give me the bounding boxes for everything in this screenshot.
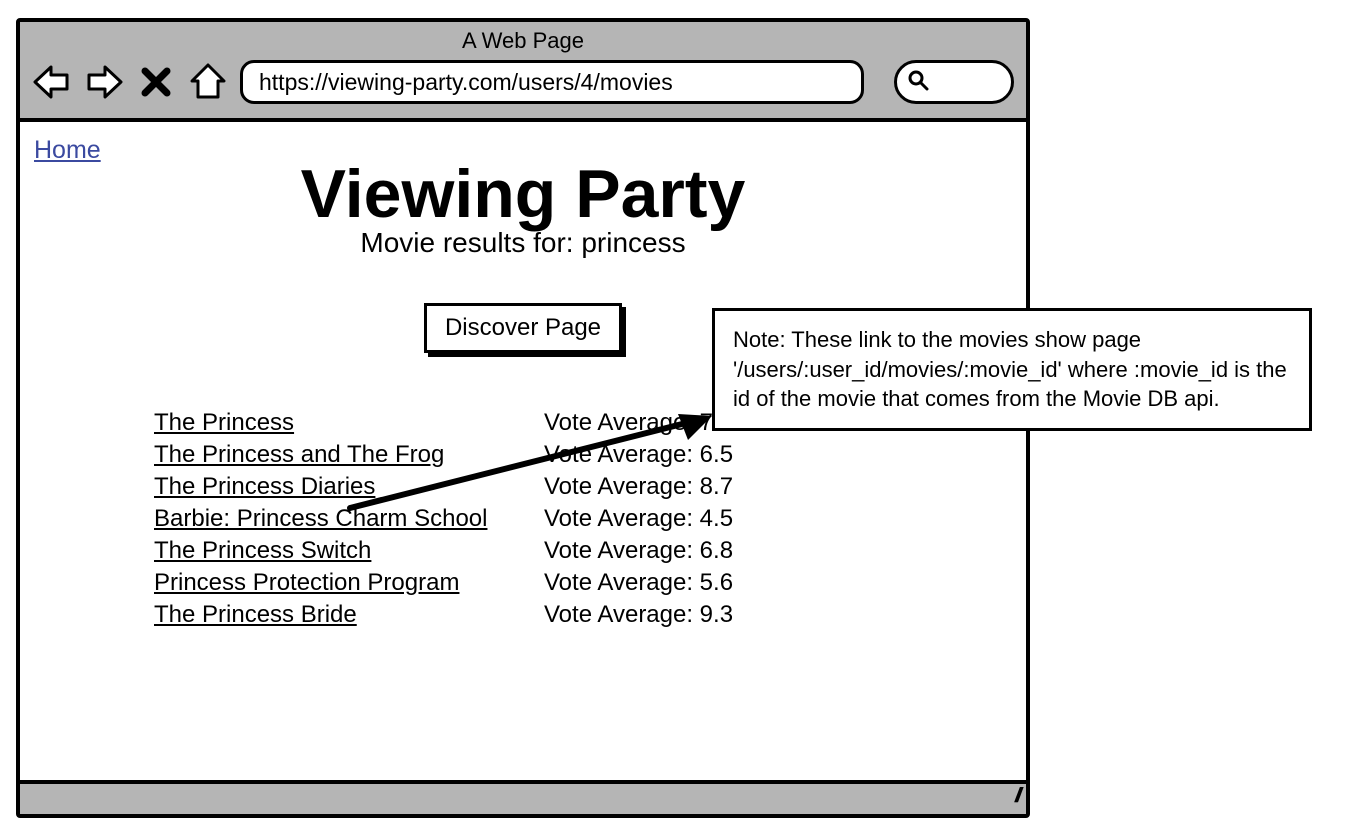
forward-arrow-icon[interactable]: [84, 62, 124, 102]
url-text: https://viewing-party.com/users/4/movies: [259, 69, 673, 96]
movie-vote-average: Vote Average: 4.5: [544, 505, 733, 533]
discover-page-button[interactable]: Discover Page: [424, 303, 622, 353]
url-bar[interactable]: https://viewing-party.com/users/4/movies: [240, 60, 864, 104]
movie-vote-average: Vote Average: 6.5: [544, 441, 733, 469]
back-arrow-icon[interactable]: [32, 62, 72, 102]
page-content: Home Viewing Party Movie results for: pr…: [20, 122, 1026, 780]
movie-results-list: The Princess Vote Average: 7.8 The Princ…: [154, 409, 952, 629]
annotation-note: Note: These link to the movies show page…: [712, 308, 1312, 431]
list-item: The Princess and The Frog Vote Average: …: [154, 441, 952, 469]
movie-link[interactable]: The Princess Diaries: [154, 473, 544, 501]
list-item: Princess Protection Program Vote Average…: [154, 569, 952, 597]
browser-statusbar: //: [20, 780, 1026, 814]
movie-vote-average: Vote Average: 6.8: [544, 537, 733, 565]
movie-link[interactable]: Princess Protection Program: [154, 569, 544, 597]
browser-title: A Web Page: [32, 28, 1014, 54]
annotation-text: Note: These link to the movies show page…: [733, 327, 1287, 411]
home-link[interactable]: Home: [34, 136, 101, 164]
search-icon: [907, 69, 929, 96]
movie-link[interactable]: The Princess: [154, 409, 544, 437]
movie-vote-average: Vote Average: 8.7: [544, 473, 733, 501]
page-subheading: Movie results for: princess: [34, 227, 1012, 259]
movie-link[interactable]: The Princess Switch: [154, 537, 544, 565]
list-item: The Princess Switch Vote Average: 6.8: [154, 537, 952, 565]
search-pill[interactable]: [894, 60, 1014, 104]
resize-grip-icon[interactable]: //: [1015, 785, 1018, 808]
movie-vote-average: Vote Average: 5.6: [544, 569, 733, 597]
movie-link[interactable]: Barbie: Princess Charm School: [154, 505, 544, 533]
home-icon[interactable]: [188, 62, 228, 102]
page-title: Viewing Party: [34, 155, 1012, 233]
movie-vote-average: Vote Average: 9.3: [544, 601, 733, 629]
movie-link[interactable]: The Princess Bride: [154, 601, 544, 629]
list-item: The Princess Bride Vote Average: 9.3: [154, 601, 952, 629]
movie-link[interactable]: The Princess and The Frog: [154, 441, 544, 469]
browser-chrome: A Web Page https://viewing-party.com/use…: [20, 22, 1026, 122]
list-item: The Princess Diaries Vote Average: 8.7: [154, 473, 952, 501]
list-item: Barbie: Princess Charm School Vote Avera…: [154, 505, 952, 533]
movie-vote-average: Vote Average: 7.8: [544, 409, 733, 437]
browser-toolbar: https://viewing-party.com/users/4/movies: [32, 60, 1014, 104]
close-icon[interactable]: [136, 62, 176, 102]
